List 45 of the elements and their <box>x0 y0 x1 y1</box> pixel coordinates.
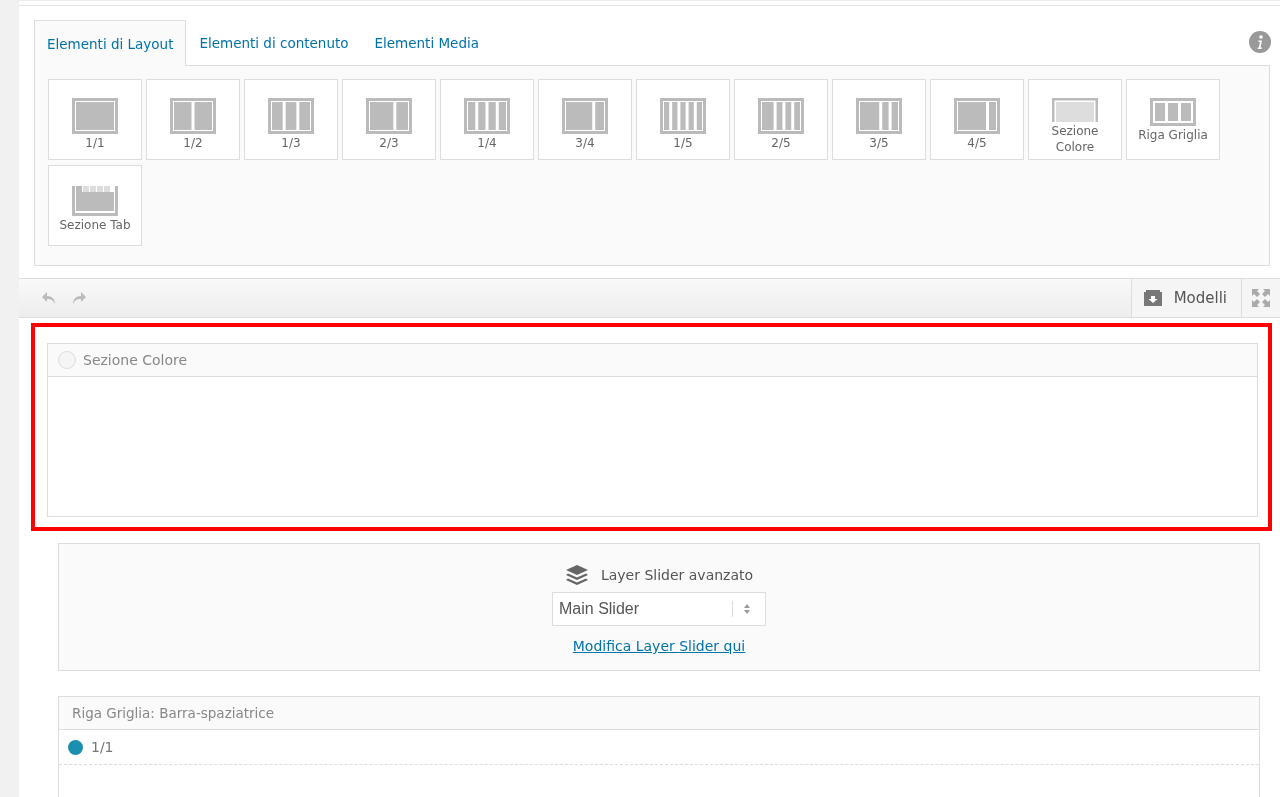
tab[interactable]: Elementi Media <box>361 19 492 65</box>
column-layout-icon <box>758 98 804 134</box>
column-layout-icon <box>464 98 510 134</box>
layout-element-button[interactable]: 2/3 <box>342 79 436 160</box>
status-dot <box>68 739 83 755</box>
slider-title: Layer Slider avanzato <box>600 567 754 583</box>
column-layout-icon <box>954 98 1000 134</box>
fullscreen-icon[interactable] <box>1242 279 1280 317</box>
layout-element-button[interactable]: 3/5 <box>832 79 926 160</box>
layout-element-button[interactable]: Sezione Colore <box>1028 79 1122 160</box>
layout-element-button[interactable]: 1/5 <box>636 79 730 160</box>
layout-element-button[interactable]: 1/1 <box>48 79 142 160</box>
undo-icon[interactable] <box>41 291 57 305</box>
color-section-icon <box>1052 98 1098 122</box>
layout-element-button[interactable]: 2/5 <box>734 79 828 160</box>
column-layout-icon <box>660 98 706 134</box>
tab[interactable]: Elementi di contenuto <box>186 19 362 65</box>
layout-element-button[interactable]: 1/4 <box>440 79 534 160</box>
column-layout-icon <box>268 98 314 134</box>
section-title: Sezione Colore <box>83 352 188 368</box>
column-layout-icon <box>170 98 216 134</box>
edit-slider-link[interactable]: Modifica Layer Slider qui <box>572 638 746 654</box>
radio-icon[interactable] <box>58 351 76 369</box>
cell-label: 1/1 <box>91 739 114 755</box>
templates-button[interactable]: Modelli <box>1130 279 1242 317</box>
redo-icon[interactable] <box>71 291 87 305</box>
layout-element-button[interactable]: 1/2 <box>146 79 240 160</box>
layout-element-button[interactable]: 3/4 <box>538 79 632 160</box>
layout-element-button[interactable]: Sezione Tab <box>48 165 142 246</box>
tab[interactable]: Elementi di Layout <box>34 20 187 66</box>
layout-element-button[interactable]: 1/3 <box>244 79 338 160</box>
column-layout-icon <box>856 98 902 134</box>
grid-row-title: Riga Griglia: Barra-spaziatrice <box>72 705 275 721</box>
info-icon[interactable] <box>1249 31 1271 53</box>
updown-icon <box>743 603 751 615</box>
tab-section-icon <box>72 184 118 216</box>
layout-element-button[interactable]: 4/5 <box>930 79 1024 160</box>
slider-select[interactable]: Main Slider <box>552 592 766 626</box>
layers-icon <box>564 564 589 586</box>
archive-box-icon <box>1141 289 1164 307</box>
column-layout-icon <box>72 98 118 134</box>
grid-row-icon <box>1150 98 1196 126</box>
column-layout-icon <box>562 98 608 134</box>
layout-element-button[interactable]: Riga Griglia <box>1126 79 1220 160</box>
column-layout-icon <box>366 98 412 134</box>
